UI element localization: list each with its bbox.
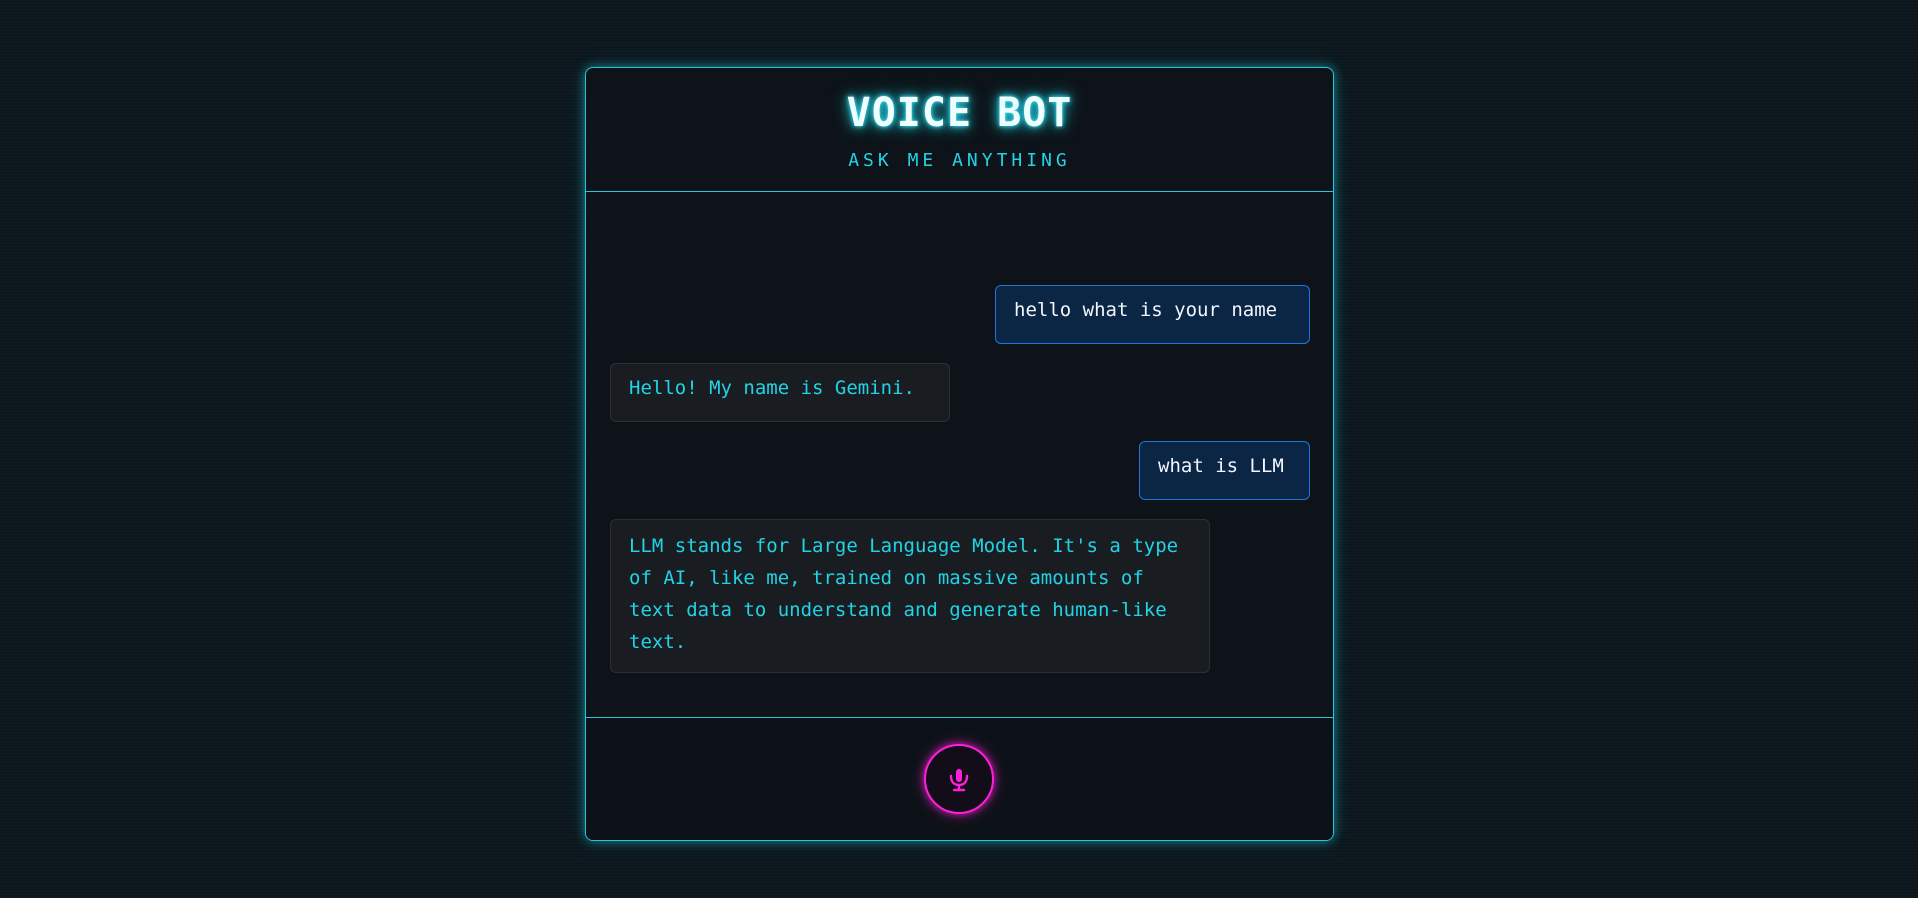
- voice-bot-panel: VOICE BOT ASK ME ANYTHING hello what is …: [585, 67, 1334, 841]
- app-title: VOICE BOT: [846, 90, 1073, 136]
- microphone-icon: [949, 769, 969, 792]
- microphone-button[interactable]: [924, 744, 994, 814]
- bot-message: Hello! My name is Gemini.: [610, 363, 950, 422]
- chat-messages: hello what is your name Hello! My name i…: [586, 192, 1333, 785]
- input-footer: [586, 717, 1333, 840]
- header: VOICE BOT ASK ME ANYTHING: [586, 68, 1333, 192]
- user-message: what is LLM: [1139, 441, 1310, 500]
- app-subtitle: ASK ME ANYTHING: [848, 150, 1071, 171]
- user-message: hello what is your name: [995, 285, 1310, 344]
- bot-message: LLM stands for Large Language Model. It'…: [610, 519, 1210, 673]
